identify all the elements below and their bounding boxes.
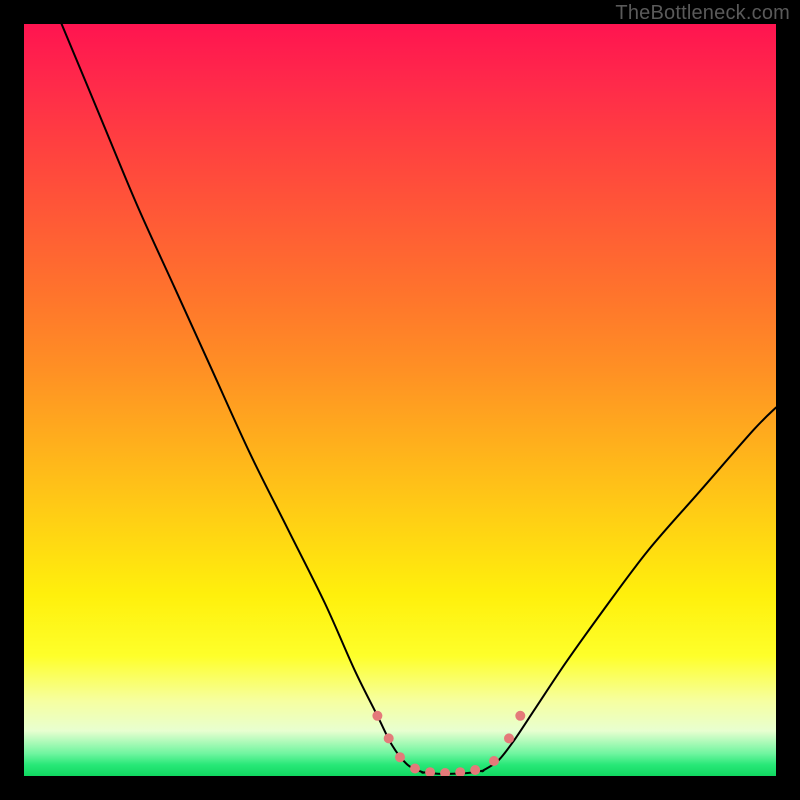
marker-point (372, 711, 382, 721)
marker-point (384, 733, 394, 743)
marker-point (489, 756, 499, 766)
marker-point (470, 765, 480, 775)
marker-point (425, 767, 435, 776)
marker-point (410, 764, 420, 774)
curve-layer (24, 24, 776, 776)
marker-point (515, 711, 525, 721)
chart-frame: TheBottleneck.com (0, 0, 800, 800)
plot-area (24, 24, 776, 776)
marker-group (372, 711, 525, 776)
marker-point (504, 733, 514, 743)
marker-point (395, 752, 405, 762)
marker-point (440, 768, 450, 776)
marker-point (455, 767, 465, 776)
bottleneck-curve (62, 24, 776, 774)
watermark-text: TheBottleneck.com (615, 2, 790, 25)
